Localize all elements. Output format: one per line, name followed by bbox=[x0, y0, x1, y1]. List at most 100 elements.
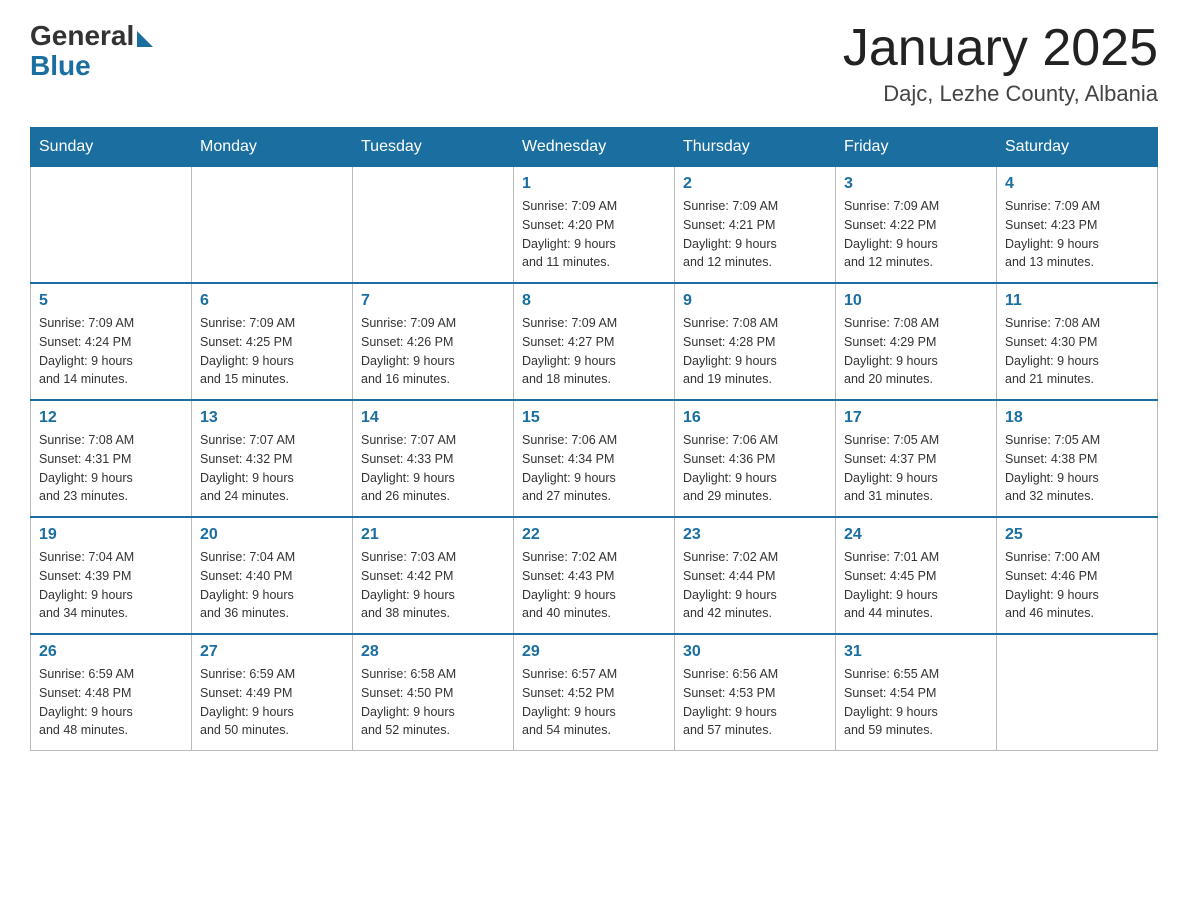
day-number: 5 bbox=[39, 292, 183, 310]
day-number: 1 bbox=[522, 175, 666, 193]
day-info: Sunrise: 7:06 AM Sunset: 4:34 PM Dayligh… bbox=[522, 431, 666, 506]
day-info: Sunrise: 7:05 AM Sunset: 4:38 PM Dayligh… bbox=[1005, 431, 1149, 506]
calendar-cell: 23 Sunrise: 7:02 AM Sunset: 4:44 PM Dayli… bbox=[675, 517, 836, 634]
day-info: Sunrise: 7:09 AM Sunset: 4:24 PM Dayligh… bbox=[39, 314, 183, 389]
calendar-cell: 11 Sunrise: 7:08 AM Sunset: 4:30 PM Dayli… bbox=[997, 283, 1158, 400]
calendar-cell bbox=[192, 167, 353, 284]
day-info: Sunrise: 6:59 AM Sunset: 4:48 PM Dayligh… bbox=[39, 665, 183, 740]
day-info: Sunrise: 7:09 AM Sunset: 4:27 PM Dayligh… bbox=[522, 314, 666, 389]
day-number: 13 bbox=[200, 409, 344, 427]
day-number: 31 bbox=[844, 643, 988, 661]
logo-triangle-icon bbox=[137, 31, 153, 47]
day-info: Sunrise: 7:02 AM Sunset: 4:43 PM Dayligh… bbox=[522, 548, 666, 623]
day-number: 17 bbox=[844, 409, 988, 427]
day-number: 21 bbox=[361, 526, 505, 544]
calendar-cell: 21 Sunrise: 7:03 AM Sunset: 4:42 PM Dayli… bbox=[353, 517, 514, 634]
calendar-week-row: 5 Sunrise: 7:09 AM Sunset: 4:24 PM Daylig… bbox=[31, 283, 1158, 400]
calendar-cell: 30 Sunrise: 6:56 AM Sunset: 4:53 PM Dayli… bbox=[675, 634, 836, 751]
day-number: 2 bbox=[683, 175, 827, 193]
column-header-friday: Friday bbox=[836, 128, 997, 167]
day-number: 16 bbox=[683, 409, 827, 427]
day-info: Sunrise: 7:08 AM Sunset: 4:28 PM Dayligh… bbox=[683, 314, 827, 389]
calendar-cell bbox=[31, 167, 192, 284]
calendar-cell: 1 Sunrise: 7:09 AM Sunset: 4:20 PM Daylig… bbox=[514, 167, 675, 284]
calendar-cell: 18 Sunrise: 7:05 AM Sunset: 4:38 PM Dayli… bbox=[997, 400, 1158, 517]
calendar-cell: 14 Sunrise: 7:07 AM Sunset: 4:33 PM Dayli… bbox=[353, 400, 514, 517]
calendar-cell: 6Sunrise: 7:09 AM Sunset: 4:25 PM Daylig… bbox=[192, 283, 353, 400]
calendar-cell bbox=[353, 167, 514, 284]
day-info: Sunrise: 7:03 AM Sunset: 4:42 PM Dayligh… bbox=[361, 548, 505, 623]
day-number: 29 bbox=[522, 643, 666, 661]
calendar-week-row: 19Sunrise: 7:04 AM Sunset: 4:39 PM Dayli… bbox=[31, 517, 1158, 634]
day-number: 4 bbox=[1005, 175, 1149, 193]
calendar-cell: 29 Sunrise: 6:57 AM Sunset: 4:52 PM Dayli… bbox=[514, 634, 675, 751]
day-number: 23 bbox=[683, 526, 827, 544]
month-title: January 2025 bbox=[843, 20, 1158, 77]
calendar-cell: 19Sunrise: 7:04 AM Sunset: 4:39 PM Dayli… bbox=[31, 517, 192, 634]
column-header-sunday: Sunday bbox=[31, 128, 192, 167]
day-number: 27 bbox=[200, 643, 344, 661]
day-info: Sunrise: 7:07 AM Sunset: 4:33 PM Dayligh… bbox=[361, 431, 505, 506]
day-number: 28 bbox=[361, 643, 505, 661]
calendar-week-row: 12 Sunrise: 7:08 AM Sunset: 4:31 PM Dayli… bbox=[31, 400, 1158, 517]
day-info: Sunrise: 6:57 AM Sunset: 4:52 PM Dayligh… bbox=[522, 665, 666, 740]
calendar-cell: 2 Sunrise: 7:09 AM Sunset: 4:21 PM Daylig… bbox=[675, 167, 836, 284]
day-number: 14 bbox=[361, 409, 505, 427]
day-info: Sunrise: 7:08 AM Sunset: 4:31 PM Dayligh… bbox=[39, 431, 183, 506]
calendar-table: SundayMondayTuesdayWednesdayThursdayFrid… bbox=[30, 127, 1158, 751]
day-info: Sunrise: 7:01 AM Sunset: 4:45 PM Dayligh… bbox=[844, 548, 988, 623]
calendar-cell: 10 Sunrise: 7:08 AM Sunset: 4:29 PM Dayli… bbox=[836, 283, 997, 400]
calendar-cell: 28 Sunrise: 6:58 AM Sunset: 4:50 PM Dayli… bbox=[353, 634, 514, 751]
day-info: Sunrise: 7:02 AM Sunset: 4:44 PM Dayligh… bbox=[683, 548, 827, 623]
day-info: Sunrise: 7:07 AM Sunset: 4:32 PM Dayligh… bbox=[200, 431, 344, 506]
logo-general-text: General bbox=[30, 20, 134, 52]
day-info: Sunrise: 7:09 AM Sunset: 4:20 PM Dayligh… bbox=[522, 197, 666, 272]
page-header: General Blue January 2025 Dajc, Lezhe Co… bbox=[30, 20, 1158, 107]
calendar-cell: 5 Sunrise: 7:09 AM Sunset: 4:24 PM Daylig… bbox=[31, 283, 192, 400]
calendar-cell: 4Sunrise: 7:09 AM Sunset: 4:23 PM Daylig… bbox=[997, 167, 1158, 284]
day-info: Sunrise: 7:00 AM Sunset: 4:46 PM Dayligh… bbox=[1005, 548, 1149, 623]
day-info: Sunrise: 7:09 AM Sunset: 4:22 PM Dayligh… bbox=[844, 197, 988, 272]
calendar-cell: 25Sunrise: 7:00 AM Sunset: 4:46 PM Dayli… bbox=[997, 517, 1158, 634]
calendar-cell: 16 Sunrise: 7:06 AM Sunset: 4:36 PM Dayli… bbox=[675, 400, 836, 517]
day-number: 7 bbox=[361, 292, 505, 310]
day-number: 26 bbox=[39, 643, 183, 661]
day-info: Sunrise: 7:06 AM Sunset: 4:36 PM Dayligh… bbox=[683, 431, 827, 506]
day-number: 22 bbox=[522, 526, 666, 544]
header-row: SundayMondayTuesdayWednesdayThursdayFrid… bbox=[31, 128, 1158, 167]
day-number: 30 bbox=[683, 643, 827, 661]
calendar-cell: 3Sunrise: 7:09 AM Sunset: 4:22 PM Daylig… bbox=[836, 167, 997, 284]
day-info: Sunrise: 6:59 AM Sunset: 4:49 PM Dayligh… bbox=[200, 665, 344, 740]
day-info: Sunrise: 6:56 AM Sunset: 4:53 PM Dayligh… bbox=[683, 665, 827, 740]
day-number: 9 bbox=[683, 292, 827, 310]
day-number: 12 bbox=[39, 409, 183, 427]
calendar-cell: 8Sunrise: 7:09 AM Sunset: 4:27 PM Daylig… bbox=[514, 283, 675, 400]
day-info: Sunrise: 7:08 AM Sunset: 4:30 PM Dayligh… bbox=[1005, 314, 1149, 389]
calendar-week-row: 1 Sunrise: 7:09 AM Sunset: 4:20 PM Daylig… bbox=[31, 167, 1158, 284]
logo: General Blue bbox=[30, 20, 153, 82]
logo-blue-text: Blue bbox=[30, 50, 91, 82]
column-header-monday: Monday bbox=[192, 128, 353, 167]
calendar-cell: 7 Sunrise: 7:09 AM Sunset: 4:26 PM Daylig… bbox=[353, 283, 514, 400]
day-info: Sunrise: 7:09 AM Sunset: 4:25 PM Dayligh… bbox=[200, 314, 344, 389]
calendar-cell: 12 Sunrise: 7:08 AM Sunset: 4:31 PM Dayli… bbox=[31, 400, 192, 517]
day-info: Sunrise: 7:08 AM Sunset: 4:29 PM Dayligh… bbox=[844, 314, 988, 389]
day-number: 20 bbox=[200, 526, 344, 544]
day-info: Sunrise: 7:04 AM Sunset: 4:40 PM Dayligh… bbox=[200, 548, 344, 623]
day-info: Sunrise: 7:09 AM Sunset: 4:26 PM Dayligh… bbox=[361, 314, 505, 389]
day-number: 10 bbox=[844, 292, 988, 310]
column-header-saturday: Saturday bbox=[997, 128, 1158, 167]
calendar-cell bbox=[997, 634, 1158, 751]
calendar-cell: 9 Sunrise: 7:08 AM Sunset: 4:28 PM Daylig… bbox=[675, 283, 836, 400]
location-title: Dajc, Lezhe County, Albania bbox=[843, 81, 1158, 107]
day-number: 11 bbox=[1005, 292, 1149, 310]
day-number: 24 bbox=[844, 526, 988, 544]
column-header-tuesday: Tuesday bbox=[353, 128, 514, 167]
day-info: Sunrise: 6:58 AM Sunset: 4:50 PM Dayligh… bbox=[361, 665, 505, 740]
calendar-cell: 17 Sunrise: 7:05 AM Sunset: 4:37 PM Dayli… bbox=[836, 400, 997, 517]
day-info: Sunrise: 7:05 AM Sunset: 4:37 PM Dayligh… bbox=[844, 431, 988, 506]
calendar-cell: 13 Sunrise: 7:07 AM Sunset: 4:32 PM Dayli… bbox=[192, 400, 353, 517]
day-number: 18 bbox=[1005, 409, 1149, 427]
calendar-cell: 22 Sunrise: 7:02 AM Sunset: 4:43 PM Dayli… bbox=[514, 517, 675, 634]
day-info: Sunrise: 7:09 AM Sunset: 4:21 PM Dayligh… bbox=[683, 197, 827, 272]
